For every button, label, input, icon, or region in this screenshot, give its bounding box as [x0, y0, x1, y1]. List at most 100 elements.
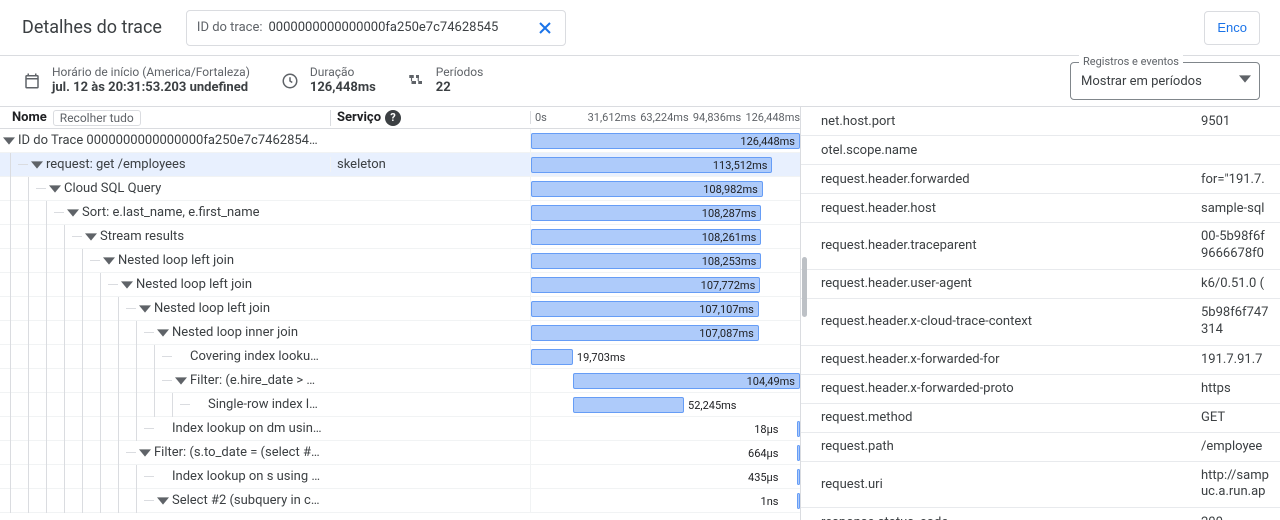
meta-row: Horário de início (America/Fortaleza) ju… [0, 56, 1280, 106]
span-row[interactable]: request: get /employees skeleton113,512ms [0, 153, 800, 177]
attr-row[interactable]: request.methodGET [801, 404, 1280, 433]
span-name-label: Nested loop left join [154, 301, 274, 316]
span-name-cell: Select #2 (subquery in c… [0, 489, 330, 513]
spans-icon [406, 71, 426, 91]
clear-trace-id-icon[interactable] [533, 16, 557, 40]
span-gantt-cell: 113,512ms [530, 153, 800, 176]
meta-periods-value: 22 [436, 80, 484, 96]
span-row[interactable]: Select #2 (subquery in c… 1ns [0, 489, 800, 513]
attr-row[interactable]: otel.scope.name [801, 136, 1280, 165]
chevron-down-icon[interactable] [100, 252, 118, 270]
span-row[interactable]: Cloud SQL Query108,982ms [0, 177, 800, 201]
span-duration-label: 1ns [761, 493, 779, 509]
attr-value: for="191.7. [1201, 172, 1280, 187]
attr-row[interactable]: net.host.port9501 [801, 107, 1280, 136]
span-name-label: ID do Trace 0000000000000000fa250e7c7462… [18, 133, 322, 148]
span-row[interactable]: Nested loop left join 107,107ms [0, 297, 800, 321]
span-name-cell: Covering index looku… [0, 345, 330, 369]
attr-key: request.header.host [821, 201, 1201, 216]
span-name-cell: Single-row index l… [0, 393, 330, 417]
attr-row[interactable]: request.path/employee [801, 433, 1280, 462]
span-rows[interactable]: ID do Trace 0000000000000000fa250e7c7462… [0, 129, 800, 520]
span-row[interactable]: Index lookup on s using … 435µs [0, 465, 800, 489]
attr-row[interactable]: request.header.hostsample-sql [801, 194, 1280, 223]
chevron-down-icon[interactable] [28, 156, 46, 174]
span-bar: 107,107ms [531, 301, 759, 317]
meta-start-value: jul. 12 às 20:31:53.203 undefined [52, 80, 250, 96]
help-icon[interactable]: ? [385, 110, 401, 126]
span-name-cell: Filter: (s.to_date = (select #… [0, 441, 330, 465]
attr-row[interactable]: response.status_code200 [801, 508, 1280, 520]
meta-periods: Períodos 22 [406, 65, 484, 96]
attr-row[interactable]: request.header.x-forwarded-for191.7.91.7 [801, 346, 1280, 375]
chevron-down-icon[interactable] [46, 180, 64, 198]
span-name-cell: request: get /employees [0, 153, 330, 177]
span-duration-label: 107,772ms [701, 279, 756, 292]
attr-row[interactable]: request.urihttp://sampuc.a.run.ap [801, 462, 1280, 509]
span-bar [531, 349, 573, 365]
span-name-cell: Index lookup on dm usin… [0, 417, 330, 441]
span-gantt-cell: 19,703ms [530, 345, 800, 368]
clock-icon [280, 71, 300, 91]
span-bar: 113,512ms [531, 157, 772, 173]
col-head-service-label: Serviço [337, 110, 381, 125]
span-row[interactable]: ID do Trace 0000000000000000fa250e7c7462… [0, 129, 800, 153]
span-row[interactable]: Nested loop inner join107,087ms [0, 321, 800, 345]
attr-row[interactable]: request.header.traceparent00-5b98f6f9666… [801, 223, 1280, 270]
attr-key: request.header.forwarded [821, 172, 1201, 187]
attr-row[interactable]: request.header.x-cloud-trace-context5b98… [801, 299, 1280, 346]
attr-row[interactable]: request.header.forwardedfor="191.7. [801, 165, 1280, 194]
span-row[interactable]: Nested loop left join108,253ms [0, 249, 800, 273]
span-name-label: request: get /employees [46, 157, 190, 172]
span-row[interactable]: Covering index looku… 19,703ms [0, 345, 800, 369]
find-trace-button[interactable]: Enco [1204, 11, 1260, 45]
span-name-cell: Index lookup on s using … [0, 465, 330, 489]
span-duration-label: 107,087ms [699, 327, 754, 340]
span-gantt-cell: 664µs [530, 441, 800, 464]
chevron-down-icon[interactable] [172, 372, 190, 390]
trace-id-input[interactable]: ID do trace: 0000000000000000fa250e7c746… [186, 10, 566, 46]
span-name-label: Nested loop left join [136, 277, 256, 292]
attr-key: request.header.x-forwarded-proto [821, 381, 1201, 396]
span-duration-label: 104,49ms [747, 375, 795, 388]
chevron-down-icon[interactable] [154, 492, 172, 510]
span-row[interactable]: Stream results108,261ms [0, 225, 800, 249]
span-bar: 108,287ms [531, 205, 761, 221]
chevron-down-icon[interactable] [136, 300, 154, 318]
attr-key: otel.scope.name [821, 143, 1201, 158]
span-name-cell: Nested loop left join [0, 249, 330, 273]
span-row[interactable]: Nested loop left join 107,772ms [0, 273, 800, 297]
col-head-name-label: Nome [12, 110, 47, 125]
span-row[interactable]: Filter: (s.to_date = (select #… 664µs [0, 441, 800, 465]
chevron-down-icon[interactable] [0, 132, 18, 150]
trace-id-label: ID do trace: [197, 20, 263, 35]
attr-value: 191.7.91.7 [1201, 352, 1280, 367]
chevron-down-icon[interactable] [82, 228, 100, 246]
scrollbar-thumb[interactable] [802, 257, 807, 317]
span-row[interactable]: Single-row index l…52,245ms [0, 393, 800, 417]
attr-value: 00-5b98f6f9666678f0 [1201, 229, 1280, 263]
col-head-service: Serviço ? [330, 110, 530, 126]
chevron-down-icon[interactable] [118, 276, 136, 294]
chevron-down-icon[interactable] [136, 444, 154, 462]
span-duration-label: 435µs [748, 469, 778, 485]
col-head-name: Nome Recolher tudo [0, 110, 330, 126]
chevron-down-icon[interactable] [154, 324, 172, 342]
span-bar: 107,087ms [531, 325, 759, 341]
span-name-label: Select #2 (subquery in c… [172, 493, 324, 508]
attr-row[interactable]: request.header.user-agentk6/0.51.0 ( [801, 270, 1280, 299]
span-row[interactable]: Sort: e.last_name, e.first_name108,287ms [0, 201, 800, 225]
attr-row[interactable]: request.header.x-forwarded-protohttps [801, 375, 1280, 404]
span-bar: 107,772ms [531, 277, 760, 293]
attr-key: request.header.x-forwarded-for [821, 352, 1201, 367]
span-service-cell: skeleton [330, 157, 530, 172]
span-duration-label: 107,107ms [699, 303, 754, 316]
span-gantt-cell: 126,448ms [530, 129, 800, 152]
collapse-all-button[interactable]: Recolher tudo [53, 110, 141, 126]
span-row[interactable]: Index lookup on dm usin… 18µs [0, 417, 800, 441]
chevron-down-icon[interactable] [64, 204, 82, 222]
meta-duration: Duração 126,448ms [280, 65, 376, 96]
logs-events-select[interactable]: Registros e eventos Mostrar em períodos [1070, 62, 1260, 100]
span-gantt-cell: 18µs [530, 417, 800, 440]
span-row[interactable]: Filter: (e.hire_date > …104,49ms [0, 369, 800, 393]
